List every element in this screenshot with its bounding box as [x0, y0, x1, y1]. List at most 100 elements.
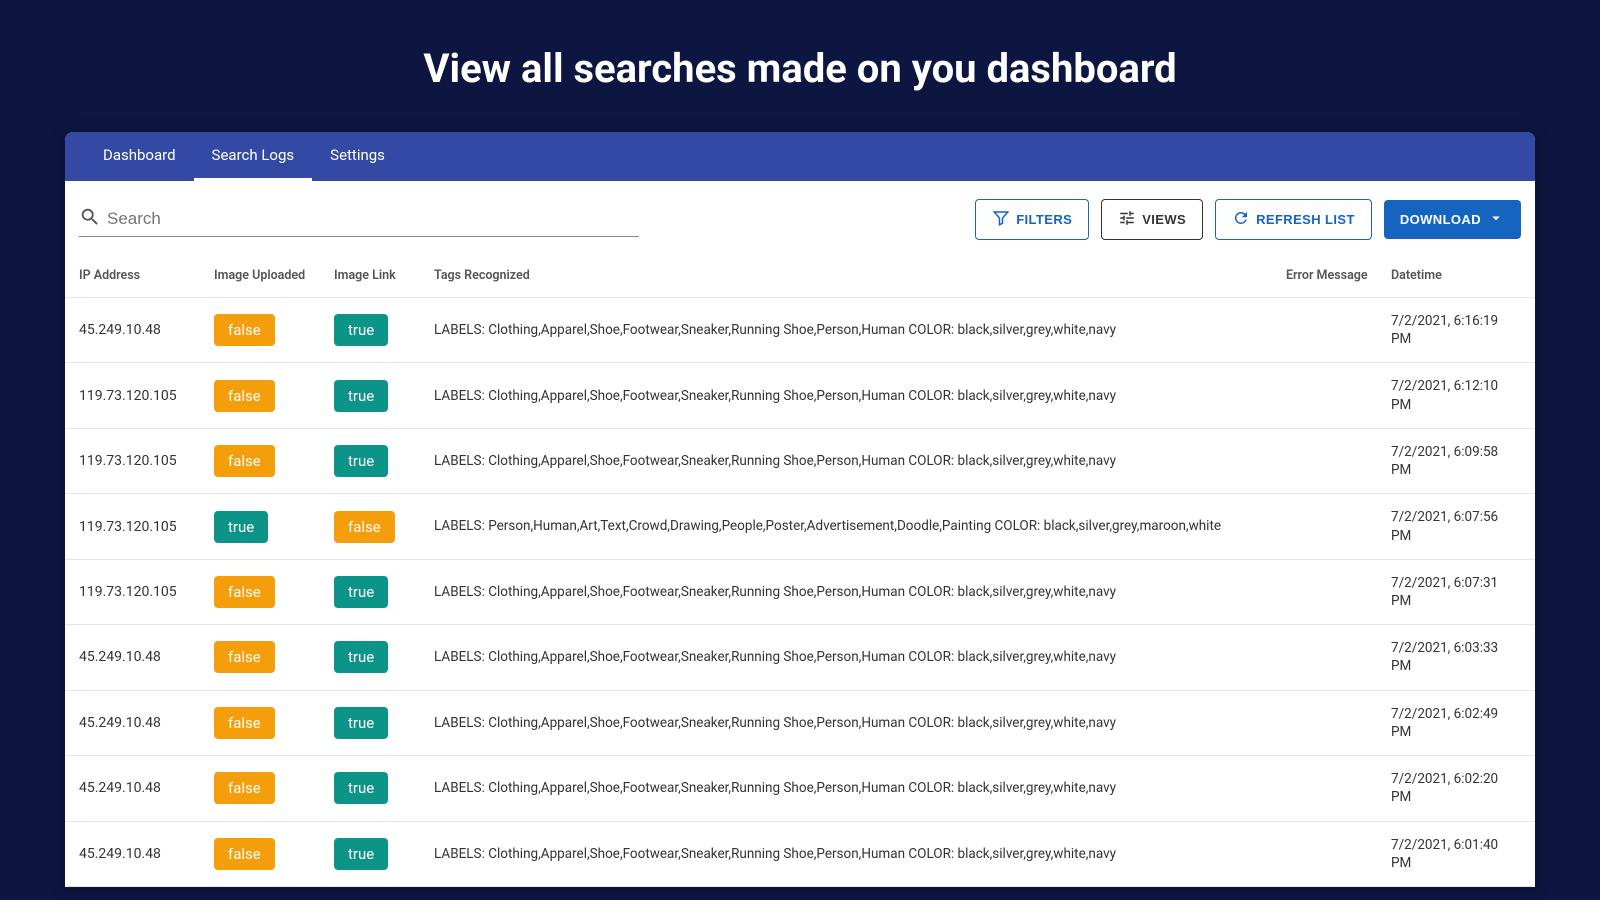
uploaded-badge: false	[214, 380, 275, 412]
uploaded-badge: false	[214, 641, 275, 673]
filters-button[interactable]: FILTERS	[975, 199, 1089, 240]
link-badge: true	[334, 445, 388, 477]
page-title: View all searches made on you dashboard	[0, 0, 1600, 132]
cell-uploaded: false	[214, 380, 334, 412]
link-badge: true	[334, 772, 388, 804]
table-row[interactable]: 45.249.10.48false true LABELS: Clothing,Ap…	[65, 625, 1535, 690]
table-row[interactable]: 45.249.10.48false true LABELS: Clothing,Ap…	[65, 298, 1535, 363]
cell-datetime: 7/2/2021, 6:12:10 PM	[1391, 377, 1521, 413]
cell-tags: LABELS: Clothing,Apparel,Shoe,Footwear,S…	[434, 648, 1286, 666]
cell-datetime: 7/2/2021, 6:03:33 PM	[1391, 639, 1521, 675]
link-badge: false	[334, 511, 395, 543]
refresh-button[interactable]: REFRESH LIST	[1215, 199, 1372, 240]
refresh-label: REFRESH LIST	[1256, 212, 1355, 227]
cell-datetime: 7/2/2021, 6:09:58 PM	[1391, 443, 1521, 479]
uploaded-badge: false	[214, 576, 275, 608]
cell-uploaded: false	[214, 314, 334, 346]
table-row[interactable]: 119.73.120.105false true LABELS: Clothing,…	[65, 429, 1535, 494]
refresh-icon	[1232, 209, 1250, 230]
table-row[interactable]: 119.73.120.105false true LABELS: Clothing,…	[65, 560, 1535, 625]
link-badge: true	[334, 314, 388, 346]
table-row[interactable]: 119.73.120.105false true LABELS: Clothing,…	[65, 363, 1535, 428]
table-row[interactable]: 45.249.10.48false true LABELS: Clothing,Ap…	[65, 756, 1535, 821]
cell-datetime: 7/2/2021, 6:07:56 PM	[1391, 508, 1521, 544]
cell-tags: LABELS: Clothing,Apparel,Shoe,Footwear,S…	[434, 387, 1286, 405]
cell-uploaded: false	[214, 772, 334, 804]
table-row[interactable]: 45.249.10.48false true LABELS: Clothing,Ap…	[65, 691, 1535, 756]
download-label: DOWNLOAD	[1400, 212, 1481, 227]
search-logs-table: IP Address Image Uploaded Image Link Tag…	[65, 254, 1535, 887]
tab-bar: Dashboard Search Logs Settings	[65, 132, 1535, 181]
tab-dashboard[interactable]: Dashboard	[85, 132, 194, 181]
cell-datetime: 7/2/2021, 6:02:20 PM	[1391, 770, 1521, 806]
table-row[interactable]: 45.249.10.48falsetrue LABELS: Clothing,Ap…	[65, 822, 1535, 887]
cell-uploaded: true	[214, 511, 334, 543]
filter-icon	[992, 209, 1010, 230]
col-ip[interactable]: IP Address	[79, 264, 214, 287]
cell-ip: 45.249.10.48	[79, 649, 214, 665]
views-label: VIEWS	[1142, 212, 1186, 227]
dropdown-icon	[1487, 209, 1505, 230]
cell-datetime: 7/2/2021, 6:02:49 PM	[1391, 705, 1521, 741]
cell-datetime: 7/2/2021, 6:01:40 PM	[1391, 836, 1521, 872]
cell-link: true	[334, 772, 434, 804]
search-field[interactable]	[79, 202, 639, 237]
cell-link: true	[334, 641, 434, 673]
cell-ip: 119.73.120.105	[79, 584, 214, 600]
cell-link: true	[334, 838, 434, 870]
cell-ip: 119.73.120.105	[79, 388, 214, 404]
uploaded-badge: false	[214, 314, 275, 346]
cell-link: true	[334, 380, 434, 412]
cell-ip: 45.249.10.48	[79, 715, 214, 731]
uploaded-badge: true	[214, 511, 268, 543]
cell-tags: LABELS: Clothing,Apparel,Shoe,Footwear,S…	[434, 452, 1286, 470]
cell-uploaded: false	[214, 641, 334, 673]
link-badge: true	[334, 641, 388, 673]
toolbar: FILTERS VIEWS REFRESH LIST DOWNLOAD	[65, 181, 1535, 254]
cell-datetime: 7/2/2021, 6:07:31 PM	[1391, 574, 1521, 610]
uploaded-badge: false	[214, 707, 275, 739]
filters-label: FILTERS	[1016, 212, 1072, 227]
cell-datetime: 7/2/2021, 6:16:19 PM	[1391, 312, 1521, 348]
link-badge: true	[334, 838, 388, 870]
link-badge: true	[334, 707, 388, 739]
cell-tags: LABELS: Clothing,Apparel,Shoe,Footwear,S…	[434, 845, 1286, 863]
cell-tags: LABELS: Clothing,Apparel,Shoe,Footwear,S…	[434, 321, 1286, 339]
cell-ip: 45.249.10.48	[79, 322, 214, 338]
cell-ip: 45.249.10.48	[79, 780, 214, 796]
cell-tags: LABELS: Clothing,Apparel,Shoe,Footwear,S…	[434, 779, 1286, 797]
col-link[interactable]: Image Link	[334, 264, 434, 287]
cell-tags: LABELS: Person,Human,Art,Text,Crowd,Draw…	[434, 517, 1286, 535]
cell-ip: 45.249.10.48	[79, 846, 214, 862]
cell-link: true	[334, 707, 434, 739]
cell-link: true	[334, 576, 434, 608]
cell-ip: 119.73.120.105	[79, 519, 214, 535]
download-button[interactable]: DOWNLOAD	[1384, 200, 1521, 239]
table-row[interactable]: 119.73.120.105true false LABELS: Person,Hu…	[65, 494, 1535, 559]
cell-link: false	[334, 511, 434, 543]
search-input[interactable]	[107, 209, 639, 229]
link-badge: true	[334, 576, 388, 608]
tab-search-logs[interactable]: Search Logs	[194, 132, 313, 181]
table-header: IP Address Image Uploaded Image Link Tag…	[65, 254, 1535, 298]
cell-uploaded: false	[214, 838, 334, 870]
cell-tags: LABELS: Clothing,Apparel,Shoe,Footwear,S…	[434, 583, 1286, 601]
col-tags[interactable]: Tags Recognized	[434, 264, 1286, 287]
col-error[interactable]: Error Message	[1286, 264, 1391, 287]
col-datetime[interactable]: Datetime	[1391, 264, 1521, 287]
tab-settings[interactable]: Settings	[312, 132, 403, 181]
search-icon	[79, 206, 107, 232]
cell-uploaded: false	[214, 576, 334, 608]
uploaded-badge: false	[214, 445, 275, 477]
col-uploaded[interactable]: Image Uploaded	[214, 264, 334, 287]
views-button[interactable]: VIEWS	[1101, 199, 1203, 240]
cell-tags: LABELS: Clothing,Apparel,Shoe,Footwear,S…	[434, 714, 1286, 732]
tune-icon	[1118, 209, 1136, 230]
cell-ip: 119.73.120.105	[79, 453, 214, 469]
uploaded-badge: false	[214, 772, 275, 804]
cell-link: true	[334, 445, 434, 477]
dashboard-card: Dashboard Search Logs Settings FILTERS V…	[65, 132, 1535, 887]
cell-uploaded: false	[214, 707, 334, 739]
link-badge: true	[334, 380, 388, 412]
cell-link: true	[334, 314, 434, 346]
